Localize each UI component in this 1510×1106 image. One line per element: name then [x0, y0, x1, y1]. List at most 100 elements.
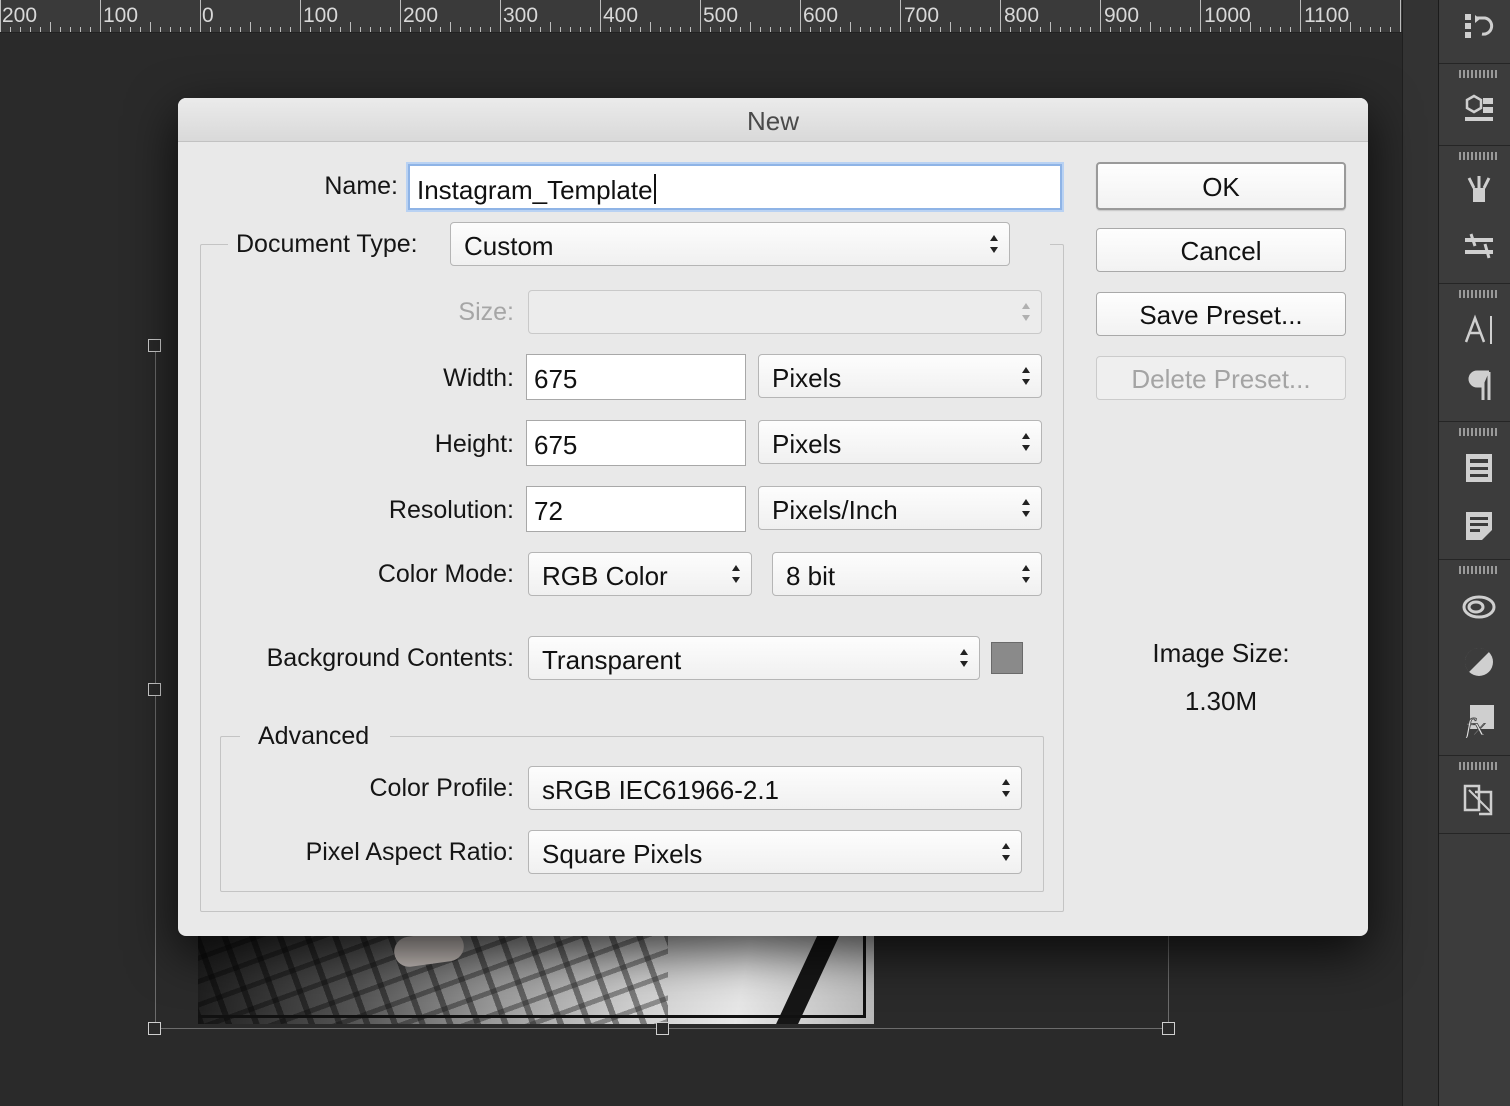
character-icon[interactable] [1461, 312, 1497, 348]
creative-cloud-icon[interactable] [1461, 588, 1497, 624]
advanced-label: Advanced [258, 722, 370, 750]
paragraph-icon[interactable] [1461, 368, 1497, 404]
width-unit-value: Pixels [772, 363, 842, 393]
height-unit-select[interactable]: Pixels [758, 420, 1042, 464]
panel-grip[interactable] [1459, 152, 1497, 160]
transform-handle[interactable] [148, 339, 161, 352]
bit-depth-select[interactable]: 8 bit [772, 552, 1042, 596]
background-contents-select[interactable]: Transparent [528, 636, 980, 680]
image-size-label: Image Size: [1152, 638, 1290, 668]
size-select[interactable] [528, 290, 1042, 334]
height-unit-value: Pixels [772, 429, 842, 459]
image-size-value: 1.30M [1184, 686, 1258, 716]
background-color-swatch[interactable] [991, 642, 1023, 674]
panel-group: fx [1439, 560, 1510, 756]
panel-grip[interactable] [1459, 566, 1497, 574]
document-type-label: Document Type: [236, 230, 418, 258]
svg-text:fx: fx [1463, 716, 1486, 738]
ruler-label: 700 [904, 4, 940, 27]
panel-group [1439, 146, 1510, 284]
name-input-value: Instagram_Template [417, 175, 653, 205]
ruler-label: 500 [703, 4, 739, 27]
dialog-titlebar[interactable]: New [178, 98, 1368, 142]
chevron-updown-icon [1002, 779, 1010, 797]
brush-icon[interactable] [1461, 172, 1497, 208]
transform-handle[interactable] [1162, 1022, 1175, 1035]
dialog-title: New [746, 106, 799, 136]
brush-presets-icon[interactable] [1461, 230, 1497, 266]
bit-depth-value: 8 bit [786, 561, 836, 591]
panel-grip[interactable] [1459, 70, 1497, 78]
new-document-dialog: New Name: Instagram_Template Document Ty… [178, 98, 1368, 936]
panel-group [1439, 64, 1510, 146]
history-icon[interactable] [1461, 10, 1497, 46]
delete-preset-button[interactable]: Delete Preset... [1096, 356, 1346, 400]
transform-handle[interactable] [656, 1022, 669, 1035]
document-image [198, 930, 874, 1024]
chevron-updown-icon [1022, 565, 1030, 583]
height-input[interactable]: 675 [526, 420, 746, 466]
background-contents-value: Transparent [542, 645, 682, 675]
properties-icon[interactable] [1461, 450, 1497, 486]
width-input[interactable]: 675 [526, 354, 746, 400]
ruler-label: 200 [2, 4, 38, 27]
horizontal-ruler: 200 100 0 100 200 300 400 500 600 700 80… [0, 0, 1402, 33]
panel-group [1439, 422, 1510, 560]
ruler-label: 1000 [1204, 4, 1251, 27]
ruler-label: 100 [103, 4, 139, 27]
notes-icon[interactable] [1461, 508, 1497, 544]
cancel-button[interactable]: Cancel [1096, 228, 1346, 272]
chevron-updown-icon [1022, 433, 1030, 451]
transform-handle[interactable] [148, 1022, 161, 1035]
chevron-updown-icon [990, 235, 998, 253]
color-mode-label: Color Mode: [377, 560, 514, 588]
document-type-select[interactable]: Custom [450, 222, 1010, 266]
ruler-label: 1100 [1304, 4, 1350, 27]
clone-source-icon[interactable] [1461, 782, 1497, 818]
ruler-label: 900 [1104, 4, 1140, 27]
ruler-label: 100 [303, 4, 339, 27]
styles-icon[interactable]: fx [1461, 702, 1497, 738]
ruler-label: 0 [202, 4, 214, 27]
color-profile-label: Color Profile: [369, 774, 515, 802]
height-label: Height: [434, 430, 514, 458]
panel-gutter [1402, 0, 1438, 1106]
chevron-updown-icon [1022, 367, 1030, 385]
color-mode-value: RGB Color [542, 561, 668, 591]
pixel-aspect-ratio-select[interactable]: Square Pixels [528, 830, 1022, 874]
save-preset-button[interactable]: Save Preset... [1096, 292, 1346, 336]
ruler-label: 800 [1004, 4, 1040, 27]
chevron-updown-icon [1022, 303, 1030, 321]
ruler-label: 400 [603, 4, 639, 27]
chevron-updown-icon [732, 565, 740, 583]
adjustments-icon[interactable] [1461, 644, 1497, 680]
resolution-input[interactable]: 72 [526, 486, 746, 532]
panel-grip[interactable] [1459, 290, 1497, 298]
document-type-value: Custom [464, 231, 554, 261]
resolution-unit-value: Pixels/Inch [772, 495, 898, 525]
panel-grip[interactable] [1459, 762, 1497, 770]
panel-dock: fx [1438, 0, 1510, 1106]
name-label: Name: [324, 172, 398, 200]
panel-group [1439, 756, 1510, 834]
ok-button[interactable]: OK [1096, 162, 1346, 210]
ruler-label: 300 [503, 4, 539, 27]
text-caret [653, 174, 656, 204]
color-profile-value: sRGB IEC61966-2.1 [542, 775, 780, 805]
resolution-unit-select[interactable]: Pixels/Inch [758, 486, 1042, 530]
chevron-updown-icon [1002, 843, 1010, 861]
name-input[interactable]: Instagram_Template [408, 164, 1062, 210]
panel-grip[interactable] [1459, 428, 1497, 436]
background-contents-label: Background Contents: [266, 644, 514, 672]
color-mode-select[interactable]: RGB Color [528, 552, 752, 596]
transform-handle[interactable] [148, 683, 161, 696]
panel-group [1439, 0, 1510, 64]
panel-group [1439, 284, 1510, 422]
width-unit-select[interactable]: Pixels [758, 354, 1042, 398]
color-profile-select[interactable]: sRGB IEC61966-2.1 [528, 766, 1022, 810]
3d-icon[interactable] [1461, 90, 1497, 126]
ruler-label: 600 [803, 4, 839, 27]
transform-bbox-right [1168, 930, 1169, 1029]
width-label: Width: [443, 364, 514, 392]
ruler-label: 200 [403, 4, 439, 27]
